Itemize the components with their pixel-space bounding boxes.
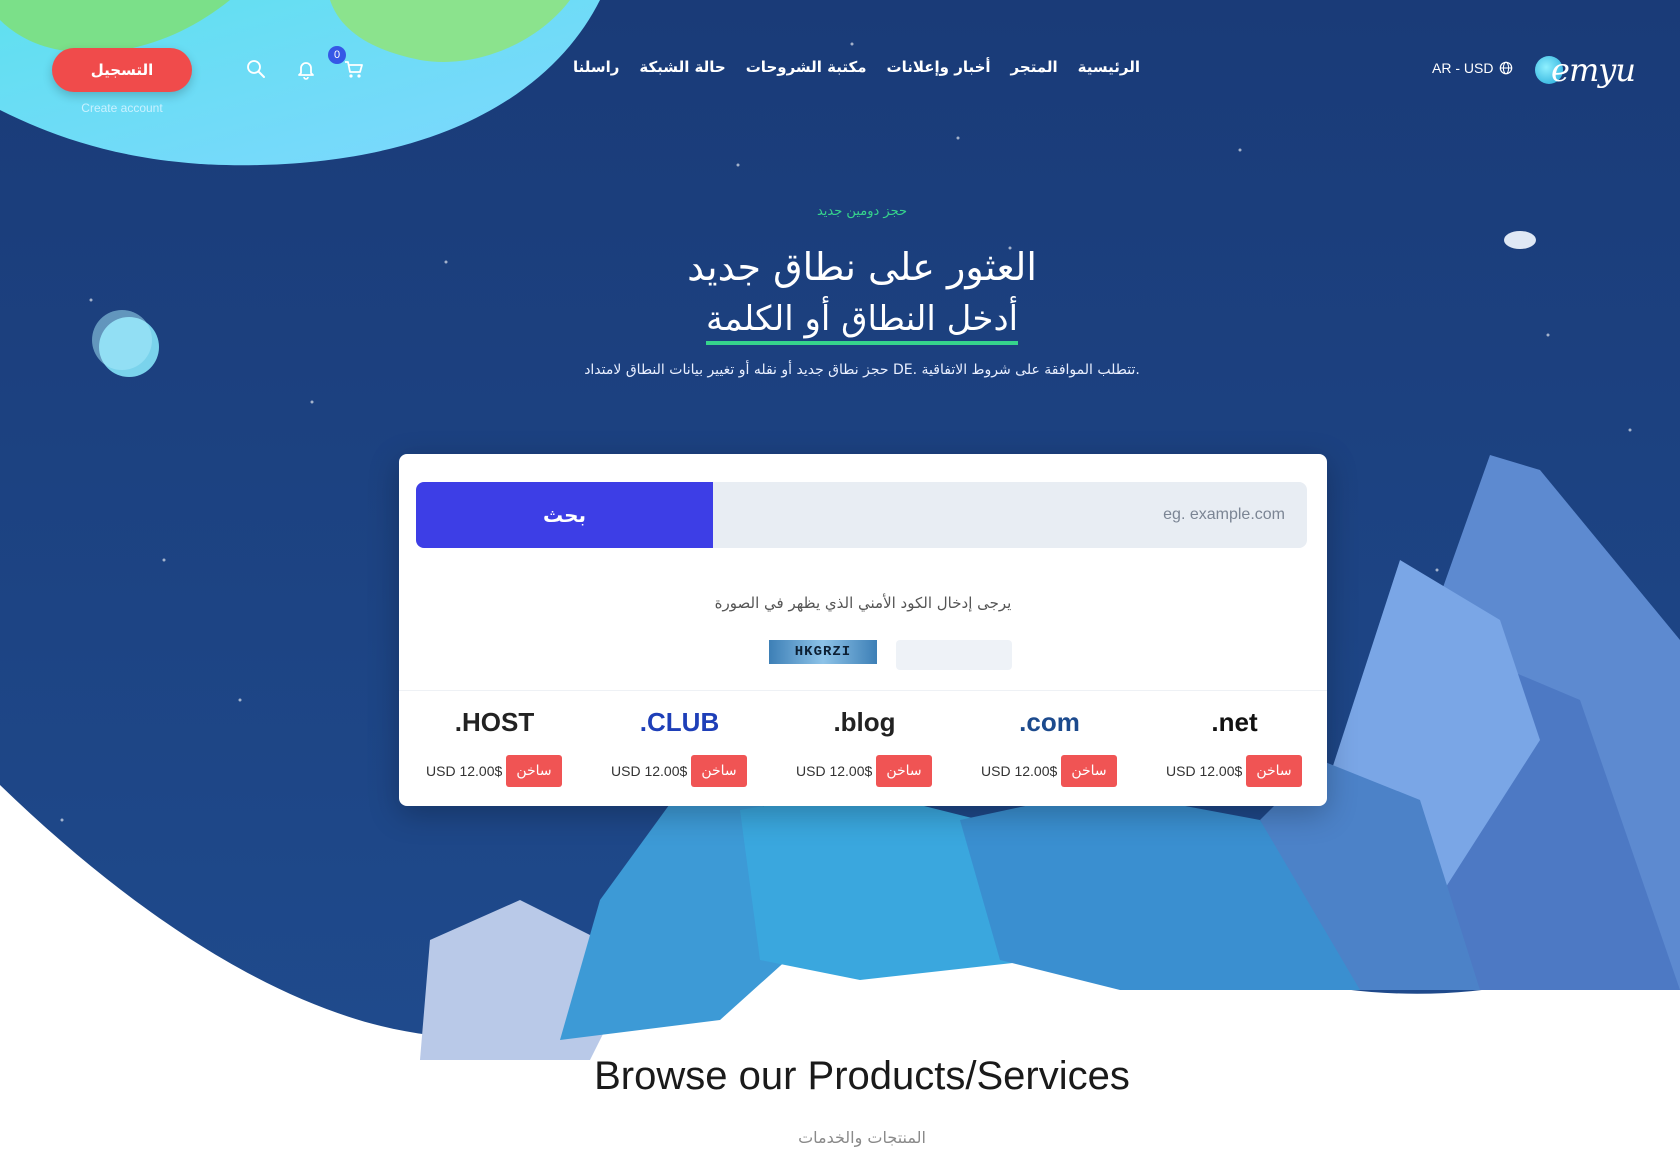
- hero-eyebrow: حجز دومين جديد: [816, 204, 908, 219]
- hero-title: العثور على نطاق جديد: [687, 245, 1037, 289]
- hot-badge: ساخن: [1061, 755, 1117, 787]
- nav-knowledgebase[interactable]: مكتبة الشروحات: [746, 58, 867, 82]
- create-account-link[interactable]: Create account: [52, 101, 192, 115]
- hot-badge: ساخن: [691, 755, 747, 787]
- tld-price: USD 12.00$: [611, 763, 688, 779]
- nav-news[interactable]: أخبار وإعلانات: [887, 58, 991, 82]
- register-button[interactable]: التسجيل: [52, 48, 192, 92]
- tld-item-club[interactable]: .CLUB USD 12.00$ ساخن: [587, 691, 772, 791]
- tld-list: .net USD 12.00$ ساخن .com USD 12.00$ ساخ…: [399, 690, 1327, 791]
- search-button[interactable]: بحث: [416, 482, 713, 548]
- main-nav: الرئيسية المتجر أخبار وإعلانات مكتبة الش…: [573, 58, 1140, 82]
- tld-item-blog[interactable]: .blog USD 12.00$ ساخن: [772, 691, 957, 791]
- globe-icon: [1500, 61, 1513, 75]
- hero-title-underlined: أدخل النطاق أو الكلمة: [0, 296, 1680, 345]
- tld-logo-club: .CLUB: [639, 707, 720, 737]
- domain-search-card: بحث يرجى إدخال الكود الأمني الذي يظهر في…: [399, 454, 1327, 806]
- nav-store[interactable]: المتجر: [1011, 58, 1058, 82]
- nav-contact[interactable]: راسلنا: [573, 58, 619, 82]
- tld-logo-net: .net: [1211, 707, 1258, 737]
- cart-icon[interactable]: [343, 58, 365, 80]
- tld-logo-blog: .blog: [833, 707, 896, 737]
- cart-count-badge: 0: [328, 46, 346, 64]
- hot-badge: ساخن: [1246, 755, 1302, 787]
- nav-network-status[interactable]: حالة الشبكة: [639, 58, 725, 82]
- bell-icon[interactable]: [295, 58, 317, 80]
- browse-products-subtitle: المنتجات والخدمات: [798, 1128, 926, 1147]
- hero-subtitle: حجز نطاق جديد أو نقله أو تغيير بيانات ال…: [584, 362, 1140, 378]
- domain-search-input[interactable]: [712, 482, 1307, 548]
- hot-badge: ساخن: [506, 755, 562, 787]
- captcha-image: HKGRZI: [769, 640, 877, 664]
- tld-item-net[interactable]: .net USD 12.00$ ساخن: [1142, 691, 1327, 791]
- hot-badge: ساخن: [876, 755, 932, 787]
- tld-logo-host: .HOST: [454, 707, 535, 737]
- tld-item-host[interactable]: .HOST USD 12.00$ ساخن: [402, 691, 587, 791]
- hero-title-line2: أدخل النطاق أو الكلمة: [705, 299, 1019, 345]
- tld-price: USD 12.00$: [426, 763, 503, 779]
- tld-price: USD 12.00$: [1166, 763, 1243, 779]
- captcha-input[interactable]: [896, 640, 1012, 670]
- tld-logo-com: .com: [1019, 707, 1080, 737]
- logo-text: emyu: [1551, 51, 1636, 89]
- search-icon[interactable]: [245, 58, 267, 80]
- lang-currency-label: AR - USD: [1432, 60, 1494, 76]
- browse-products-title: Browse our Products/Services: [594, 1054, 1130, 1098]
- captcha-label: يرجى إدخال الكود الأمني الذي يظهر في الص…: [714, 594, 1012, 612]
- tld-item-com[interactable]: .com USD 12.00$ ساخن: [957, 691, 1142, 791]
- hero-section: emyu AR - USD الرئيسية المتجر أخبار وإعل…: [0, 0, 1680, 1164]
- site-logo[interactable]: emyu: [1533, 50, 1645, 90]
- tld-price: USD 12.00$: [796, 763, 873, 779]
- nav-home[interactable]: الرئيسية: [1078, 58, 1140, 82]
- tld-price: USD 12.00$: [981, 763, 1058, 779]
- language-currency-selector[interactable]: AR - USD: [1432, 60, 1513, 76]
